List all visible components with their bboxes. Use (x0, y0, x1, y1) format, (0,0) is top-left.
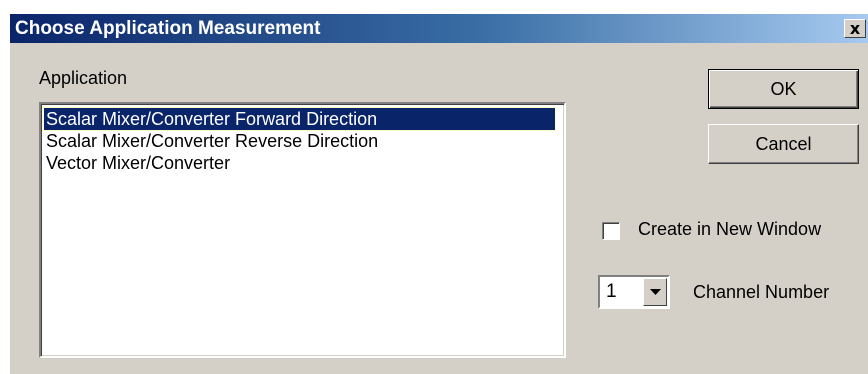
ok-button[interactable]: OK (708, 69, 859, 109)
close-icon: x (849, 19, 861, 38)
list-item[interactable]: Vector Mixer/Converter (44, 152, 232, 174)
chevron-down-icon (649, 288, 661, 295)
channel-number-value: 1 (606, 281, 617, 302)
list-item[interactable]: Scalar Mixer/Converter Forward Direction (43, 107, 556, 131)
title-bar[interactable]: Choose Application Measurement x (10, 14, 868, 43)
cancel-button[interactable]: Cancel (708, 124, 859, 164)
dropdown-button[interactable] (643, 278, 667, 306)
dialog-title: Choose Application Measurement (15, 18, 321, 39)
create-new-window-label[interactable]: Create in New Window (638, 219, 821, 240)
choose-application-dialog: Choose Application Measurement x Applica… (9, 14, 868, 374)
application-listbox[interactable]: Scalar Mixer/Converter Forward Direction… (39, 102, 566, 358)
close-button[interactable]: x (844, 19, 866, 38)
application-label: Application (39, 68, 128, 88)
list-item[interactable]: Scalar Mixer/Converter Reverse Direction (44, 130, 380, 152)
channel-number-label: Channel Number (693, 282, 830, 302)
create-new-window-checkbox[interactable] (602, 222, 620, 240)
channel-number-select[interactable]: 1 (598, 275, 670, 309)
